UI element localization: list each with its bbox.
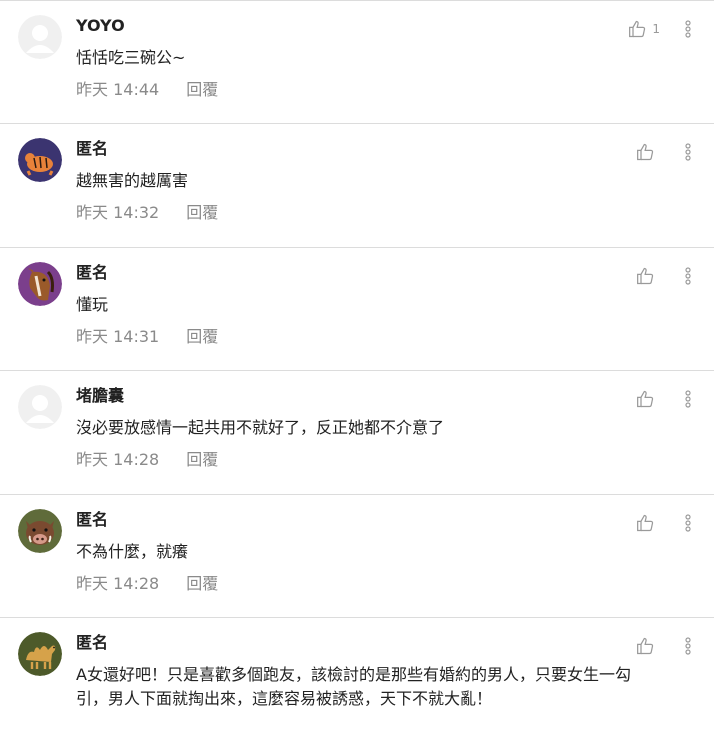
comment-author[interactable]: 匿名 — [76, 632, 654, 654]
thumbs-up-icon — [636, 266, 656, 286]
more-options-icon[interactable] — [682, 389, 694, 409]
default-avatar-icon[interactable] — [18, 385, 62, 430]
more-options-icon[interactable] — [682, 19, 694, 39]
like-button[interactable] — [636, 636, 660, 656]
default-avatar-icon[interactable] — [18, 15, 62, 59]
tiger-avatar-icon[interactable] — [18, 138, 62, 183]
comment-time: 昨天 14:31 — [76, 326, 160, 346]
like-button[interactable] — [636, 513, 660, 533]
comment-text: 越無害的越厲害 — [76, 171, 189, 191]
comment-list: YOYO 恬恬吃三碗公~ 昨天 14:44 回覆 1 匿名 越無害的越厲害 昨天… — [0, 0, 714, 740]
reply-button[interactable]: 回覆 — [186, 327, 218, 346]
comment-text: 恬恬吃三碗公~ — [76, 48, 186, 67]
comment-text: 不為什麼，就癢 — [76, 541, 189, 561]
like-button[interactable] — [636, 266, 660, 286]
comment-text: 沒必要放感情一起共用不就好了，反正她都不介意了 — [76, 418, 445, 438]
comment-author[interactable]: 匿名 — [76, 138, 654, 160]
comment-author[interactable]: 匿名 — [76, 509, 654, 531]
reply-button[interactable]: 回覆 — [186, 203, 218, 222]
comment-body: 堵膽囊 沒必要放感情一起共用不就好了，反正她都不介意了 昨天 14:28 回覆 — [76, 385, 654, 471]
comment-time: 昨天 14:44 — [76, 80, 160, 99]
comment-author[interactable]: YOYO — [76, 15, 654, 37]
comment-body: 匿名 越無害的越厲害 昨天 14:32 回覆 — [76, 138, 654, 224]
comment-meta: 昨天 14:28 回覆 — [76, 449, 654, 471]
thumbs-up-icon — [636, 142, 656, 162]
comment-body: 匿名 A女還好吧！只是喜歡多個跑友，該檢討的是那些有婚約的男人，只要女生一勾引，… — [76, 632, 654, 711]
like-count: 1 — [652, 22, 660, 36]
like-button[interactable] — [636, 142, 660, 162]
horse-avatar-icon[interactable] — [18, 261, 62, 306]
comment-meta: 昨天 14:44 回覆 — [76, 79, 654, 101]
comment-body: 匿名 懂玩 昨天 14:31 回覆 — [76, 262, 654, 348]
comment-meta: 昨天 14:32 回覆 — [76, 202, 654, 224]
like-button[interactable]: 1 — [628, 19, 660, 39]
comment-item: 堵膽囊 沒必要放感情一起共用不就好了，反正她都不介意了 昨天 14:28 回覆 — [0, 370, 714, 493]
comment-item: 匿名 越無害的越厲害 昨天 14:32 回覆 — [0, 123, 714, 246]
more-options-icon[interactable] — [682, 142, 694, 162]
reply-button[interactable]: 回覆 — [186, 80, 218, 99]
comment-item: 匿名 A女還好吧！只是喜歡多個跑友，該檢討的是那些有婚約的男人，只要女生一勾引，… — [0, 616, 714, 740]
thumbs-up-icon — [628, 19, 648, 39]
like-button[interactable] — [636, 389, 660, 409]
comment-text: A女還好吧！只是喜歡多個跑友，該檢討的是那些有婚約的男人，只要女生一勾引，男人下… — [76, 664, 631, 708]
comment-body: 匿名 不為什麼，就癢 昨天 14:28 回覆 — [76, 509, 654, 595]
comment-item: YOYO 恬恬吃三碗公~ 昨天 14:44 回覆 1 — [0, 0, 714, 123]
thumbs-up-icon — [636, 636, 656, 656]
thumbs-up-icon — [636, 389, 656, 409]
comment-meta: 昨天 14:28 回覆 — [76, 573, 654, 595]
more-options-icon[interactable] — [682, 636, 694, 656]
comment-author[interactable]: 堵膽囊 — [76, 385, 654, 407]
thumbs-up-icon — [636, 513, 656, 533]
more-options-icon[interactable] — [682, 266, 694, 286]
comment-item: 匿名 不為什麼，就癢 昨天 14:28 回覆 — [0, 493, 714, 617]
more-options-icon[interactable] — [682, 513, 694, 533]
comment-author[interactable]: 匿名 — [76, 262, 654, 284]
comment-meta: 昨天 14:31 回覆 — [76, 326, 654, 348]
boar-avatar-icon[interactable] — [18, 508, 62, 553]
comment-text: 懂玩 — [76, 294, 109, 314]
comment-time: 昨天 14:28 — [76, 573, 160, 593]
comment-item: 匿名 懂玩 昨天 14:31 回覆 — [0, 246, 714, 370]
camel-avatar-icon[interactable] — [18, 631, 62, 676]
comment-time: 昨天 14:28 — [76, 450, 160, 470]
comment-time: 昨天 14:32 — [76, 203, 160, 223]
reply-button[interactable]: 回覆 — [186, 450, 218, 469]
comment-body: YOYO 恬恬吃三碗公~ 昨天 14:44 回覆 — [76, 15, 654, 101]
reply-button[interactable]: 回覆 — [186, 574, 218, 593]
